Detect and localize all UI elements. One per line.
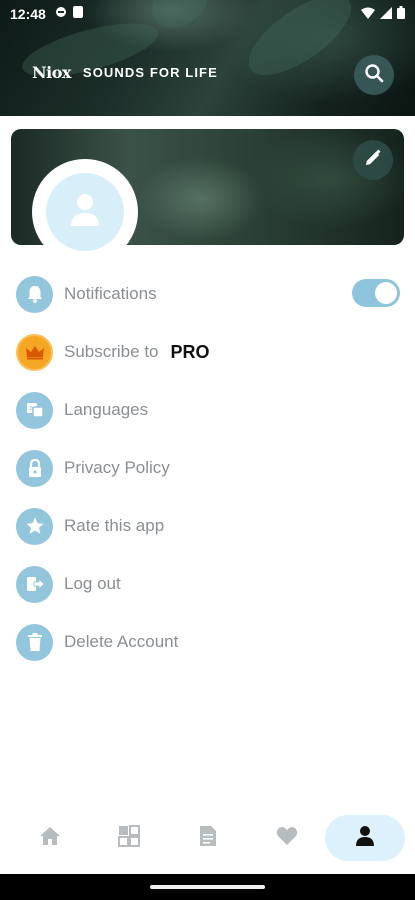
menu-label-subscribe: Subscribe to: [64, 342, 159, 361]
profile-screen: 12:48 Niox SOUNDS FOR LIFE Notifications…: [0, 0, 415, 900]
bell-icon: [16, 275, 53, 313]
nav-categories[interactable]: [104, 815, 154, 861]
search-icon: [364, 63, 384, 88]
pencil-icon: [363, 148, 383, 173]
home-icon: [39, 826, 61, 851]
menu-item-subscribe[interactable]: Subscribe to PRO: [16, 332, 400, 372]
user-icon: [70, 193, 100, 232]
menu-label-rate: Rate this app: [64, 516, 165, 535]
menu-item-privacy[interactable]: Privacy Policy: [16, 448, 400, 488]
search-button[interactable]: [354, 55, 394, 95]
nav-profile[interactable]: [325, 815, 405, 861]
status-time: 12:48: [10, 6, 46, 22]
menu-item-notifications[interactable]: Notifications: [16, 274, 400, 314]
menu-item-languages[interactable]: A Languages: [16, 390, 400, 430]
pro-badge: PRO: [170, 341, 210, 362]
system-navigation-bar: [0, 874, 415, 900]
menu-item-delete[interactable]: Delete Account: [16, 622, 400, 662]
app-logo: Niox: [32, 63, 71, 82]
avatar[interactable]: [46, 173, 124, 251]
menu-item-rate[interactable]: Rate this app: [16, 506, 400, 546]
trash-icon: [16, 623, 53, 661]
brand: Niox SOUNDS FOR LIFE: [32, 63, 218, 82]
menu-label-privacy: Privacy Policy: [64, 458, 170, 477]
notifications-toggle[interactable]: [352, 279, 400, 307]
sim-icon: [73, 6, 83, 18]
home-gesture-handle[interactable]: [150, 885, 265, 889]
nav-favorites[interactable]: [262, 815, 312, 861]
person-icon: [355, 825, 375, 852]
signal-icon: [380, 6, 392, 22]
nav-articles[interactable]: [183, 815, 233, 861]
menu-item-logout[interactable]: Log out: [16, 564, 400, 604]
lock-icon: [16, 449, 53, 487]
bottom-nav: [0, 815, 415, 861]
logout-icon: [16, 565, 53, 603]
star-icon: [16, 507, 53, 545]
translate-icon: A: [16, 391, 53, 429]
edit-profile-button[interactable]: [353, 140, 393, 180]
toggle-knob: [375, 282, 397, 304]
app-tagline: SOUNDS FOR LIFE: [82, 65, 218, 80]
status-bar: 12:48: [0, 0, 415, 28]
nav-home[interactable]: [25, 815, 75, 861]
menu-label-logout: Log out: [64, 574, 121, 593]
menu-label-notifications: Notifications: [64, 284, 157, 303]
battery-icon: [397, 6, 405, 22]
document-icon: [199, 825, 217, 852]
svg-text:A: A: [29, 405, 34, 413]
wifi-icon: [361, 6, 375, 22]
heart-icon: [276, 826, 298, 851]
chat-icon: [55, 6, 67, 22]
app-header: 12:48 Niox SOUNDS FOR LIFE: [0, 0, 415, 116]
crown-icon: [16, 333, 53, 371]
grid-icon: [118, 824, 140, 852]
menu-label-delete: Delete Account: [64, 632, 179, 651]
menu-label-languages: Languages: [64, 400, 149, 419]
